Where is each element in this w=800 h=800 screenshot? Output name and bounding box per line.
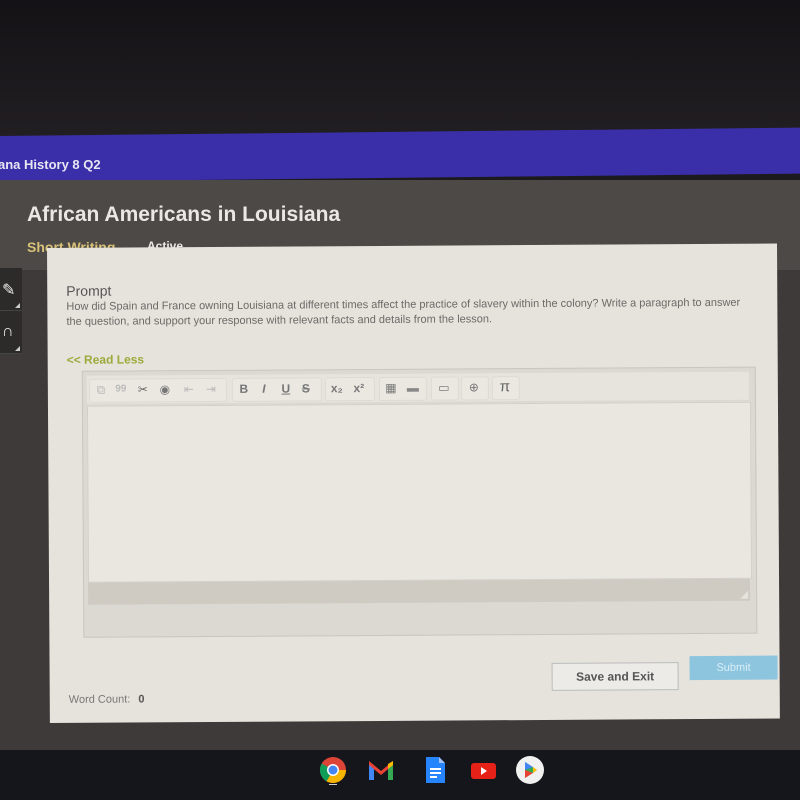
read-less-link[interactable]: << Read Less xyxy=(67,352,144,366)
response-text-area[interactable] xyxy=(86,401,753,583)
toolbar-group-script: x₂ x² xyxy=(324,377,375,402)
word-count: Word Count: 0 xyxy=(69,693,145,705)
toolbar-group-globe: ⊕ xyxy=(460,376,489,401)
globe-icon[interactable]: ⊕ xyxy=(465,378,483,396)
copy-icon[interactable]: ⧉ xyxy=(92,381,110,399)
toolbar-group-insert: ▦ ▬ xyxy=(378,376,427,401)
bold-button[interactable]: B xyxy=(235,380,253,398)
toolbar-group-format: B I U S xyxy=(231,377,322,402)
pencil-tool-button[interactable]: ✎ xyxy=(0,268,22,311)
italic-button[interactable]: I xyxy=(255,380,273,398)
underline-button[interactable]: U xyxy=(277,379,295,397)
chrome-app-icon[interactable] xyxy=(318,755,348,785)
subscript-button[interactable]: x₂ xyxy=(328,379,346,397)
horizontal-rule-icon[interactable]: ▬ xyxy=(404,379,422,397)
writing-panel: Prompt How did Spain and France owning L… xyxy=(47,243,780,723)
toolbar-group-box: ▭ xyxy=(430,376,459,401)
os-shelf xyxy=(0,750,800,800)
toolbar-group-clipboard: ⧉ 99 ✂ ◉ ⇤ ⇥ xyxy=(88,377,227,403)
superscript-button[interactable]: x² xyxy=(350,379,368,397)
lesson-title: African Americans in Louisiana xyxy=(27,203,341,226)
blockquote-icon[interactable]: 99 xyxy=(112,380,130,398)
indent-icon[interactable]: ⇥ xyxy=(202,380,220,398)
text-box-icon[interactable]: ▭ xyxy=(435,379,453,397)
save-and-exit-button[interactable]: Save and Exit xyxy=(551,662,679,691)
youtube-app-icon[interactable] xyxy=(468,755,498,785)
course-header-bar xyxy=(0,127,800,182)
editor-toolbar: ⧉ 99 ✂ ◉ ⇤ ⇥ B I U S x₂ x² ▦ ▬ ▭ ⊕ π xyxy=(86,371,749,404)
screen-bezel xyxy=(0,0,800,140)
headphones-icon: ∩ xyxy=(2,323,14,340)
course-title: ana History 8 Q2 xyxy=(0,157,101,172)
prompt-text: How did Spain and France owning Louisian… xyxy=(66,296,741,328)
cut-icon[interactable]: ✂ xyxy=(134,380,152,398)
table-icon[interactable]: ▦ xyxy=(382,379,400,397)
rich-text-editor: ⧉ 99 ✂ ◉ ⇤ ⇥ B I U S x₂ x² ▦ ▬ ▭ ⊕ π xyxy=(81,366,758,638)
play-store-app-icon[interactable] xyxy=(515,755,545,785)
editor-status-bar xyxy=(88,578,751,605)
outdent-icon[interactable]: ⇤ xyxy=(180,380,198,398)
docs-app-icon[interactable] xyxy=(420,755,450,785)
pencil-icon: ✎ xyxy=(2,282,16,299)
record-icon[interactable]: ◉ xyxy=(156,380,174,398)
strikethrough-button[interactable]: S xyxy=(297,379,315,397)
audio-tool-button[interactable]: ∩ xyxy=(0,311,22,354)
pi-icon[interactable]: π xyxy=(496,378,514,396)
word-count-label: Word Count: xyxy=(68,693,131,706)
expand-corner-icon xyxy=(15,303,20,308)
toolbar-group-math: π xyxy=(491,376,520,401)
expand-corner-icon xyxy=(15,346,20,351)
resize-handle[interactable] xyxy=(740,590,749,599)
submit-button[interactable]: Submit xyxy=(689,655,778,681)
prompt-label: Prompt xyxy=(66,282,112,299)
gmail-app-icon[interactable] xyxy=(366,755,396,785)
word-count-value: 0 xyxy=(138,693,145,706)
